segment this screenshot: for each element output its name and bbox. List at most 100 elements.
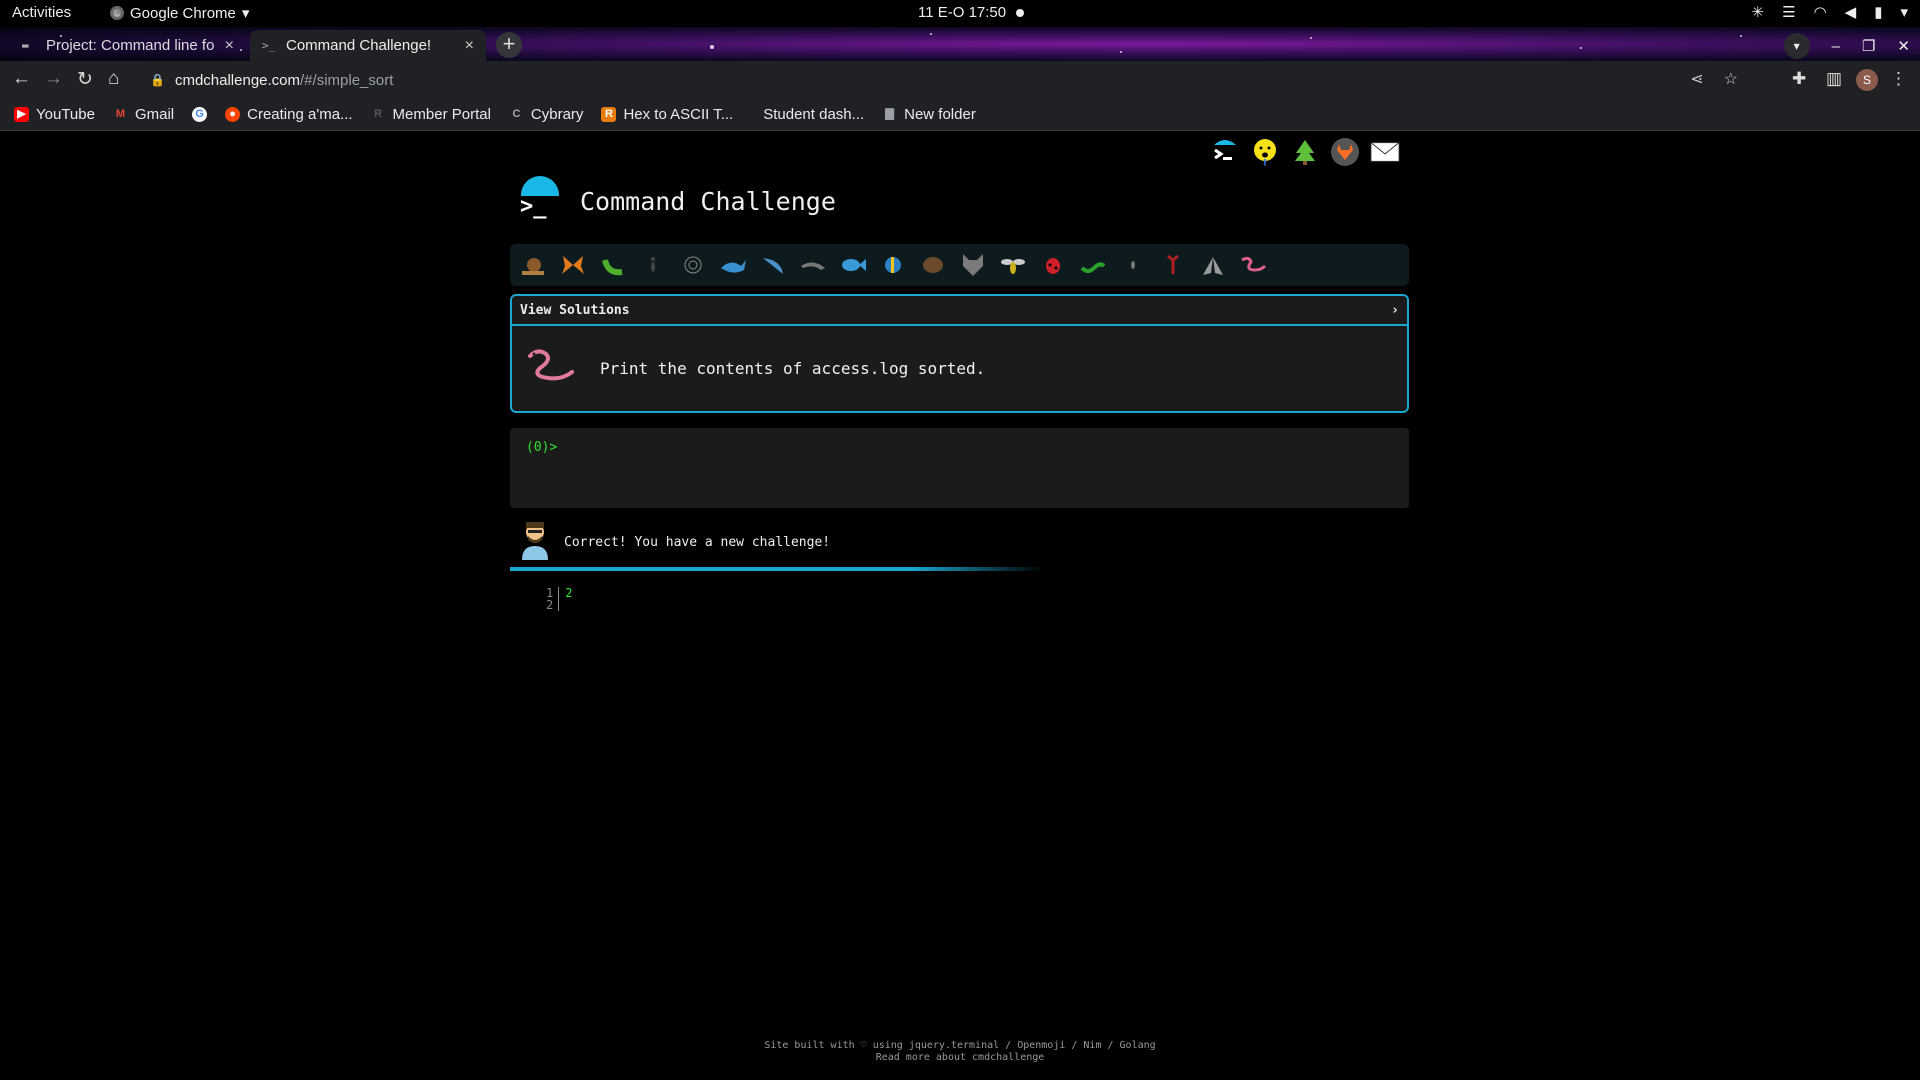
input-method-icon[interactable]: ☰	[1782, 3, 1795, 21]
window-controls: ▾ – ❐ ✕	[1783, 33, 1910, 59]
tab-search-button[interactable]: ▾	[1783, 33, 1810, 59]
terminal-icon: >_	[262, 38, 276, 52]
footer-credits[interactable]: Site built with ♡ using jquery.terminal …	[0, 1040, 1920, 1052]
footer-about-link[interactable]: Read more about cmdchallenge	[0, 1052, 1920, 1064]
bookmark-label: Cybrary	[530, 106, 584, 123]
scorpion-icon[interactable]	[1158, 250, 1188, 280]
challenge-level-bar	[510, 244, 1409, 286]
bookmarks-bar: ▶ YouTube M Gmail G ● Creating a'ma... R…	[0, 99, 1920, 131]
browser-toolbar: ← → ↻ ⌂ 🔒 cmdchallenge.com/#/simple_sort…	[0, 61, 1920, 99]
ant-icon[interactable]	[638, 250, 668, 280]
bee-icon[interactable]	[998, 250, 1028, 280]
battery-icon[interactable]: ▮	[1874, 3, 1882, 21]
view-solutions-toggle[interactable]: View Solutions ›	[512, 296, 1407, 326]
ladybug-icon[interactable]	[1038, 250, 1068, 280]
bookmark-label: Student dash...	[763, 106, 865, 123]
system-tray[interactable]: ✳ ☰ ◠ ◀ ▮ ▾	[1752, 3, 1908, 21]
terminal-logo-icon[interactable]	[1210, 137, 1240, 167]
feedback-text: Correct! You have a new challenge!	[564, 535, 831, 550]
site-header: >_ Command Challenge	[518, 176, 836, 222]
reload-icon[interactable]: ↻	[77, 68, 93, 91]
spider-web-icon[interactable]	[678, 250, 708, 280]
tab-title: Project: Command line fo	[46, 37, 215, 54]
output-lines: 2	[559, 587, 572, 611]
new-tab-button[interactable]: +	[496, 32, 522, 58]
beaver-icon[interactable]	[918, 250, 948, 280]
worm-icon[interactable]	[1078, 250, 1108, 280]
worm-pink-icon[interactable]	[1238, 250, 1268, 280]
chevron-down-icon[interactable]: ▾	[1900, 3, 1908, 21]
close-window-icon[interactable]: ✕	[1897, 37, 1910, 55]
bookmark-gmail[interactable]: M Gmail	[113, 106, 174, 123]
fish-icon[interactable]	[838, 250, 868, 280]
url-path: /#/simple_sort	[300, 71, 394, 89]
close-icon[interactable]: ×	[465, 37, 474, 55]
dolphin-icon[interactable]	[798, 250, 828, 280]
fly-icon[interactable]	[1198, 250, 1228, 280]
extensions-icon[interactable]: ✚	[1792, 69, 1806, 89]
wifi-icon[interactable]: ◠	[1814, 3, 1827, 21]
close-icon[interactable]: ×	[225, 37, 234, 55]
tropical-fish-icon[interactable]	[878, 250, 908, 280]
lock-icon[interactable]: 🔒	[150, 73, 165, 87]
bookmark-label: New folder	[904, 106, 976, 123]
bookmark-reddit[interactable]: ● Creating a'ma...	[225, 106, 353, 123]
folder-icon: ▇	[885, 108, 894, 120]
share-icon[interactable]: ⋖	[1690, 69, 1703, 89]
mosquito-icon[interactable]	[1118, 250, 1148, 280]
url-host: cmdchallenge.com	[174, 71, 301, 89]
forward-icon[interactable]: →	[44, 68, 63, 90]
terminal-logo-icon[interactable]: >_	[518, 176, 560, 222]
worm-pink-icon	[526, 346, 580, 391]
system-top-bar: Activities Google Chrome ▾ 11 E-O 17:50 …	[0, 0, 1920, 27]
bookmark-hex-to-ascii[interactable]: R Hex to ASCII T...	[601, 106, 733, 123]
bookmark-label: Member Portal	[392, 106, 491, 123]
gmail-icon: M	[115, 108, 126, 120]
terminal-input[interactable]: (0)>	[510, 428, 1409, 508]
shark-icon[interactable]	[758, 250, 788, 280]
menu-kebab-icon[interactable]: ⋮	[1890, 69, 1907, 89]
address-bar[interactable]: 🔒 cmdchallenge.com/#/simple_sort ⋖ ☆	[140, 65, 1750, 95]
gitlab-icon[interactable]	[1330, 137, 1360, 167]
app-menu[interactable]: Google Chrome ▾	[110, 4, 249, 22]
tab-command-challenge[interactable]: >_ Command Challenge! ×	[250, 30, 486, 61]
bookmark-new-folder[interactable]: ▇ New folder	[882, 106, 976, 123]
youtube-icon: ▶	[14, 107, 29, 122]
side-panel-icon[interactable]: ▥	[1826, 69, 1842, 89]
chevron-down-icon: ▾	[241, 5, 250, 22]
view-solutions-label: View Solutions	[520, 302, 630, 318]
sponsor-face-icon[interactable]	[1250, 137, 1280, 167]
back-icon[interactable]: ←	[12, 68, 31, 90]
slack-icon[interactable]: ✳	[1752, 3, 1765, 21]
line-numbers: 1 2	[546, 587, 560, 611]
volume-icon[interactable]: ◀	[1845, 3, 1857, 21]
home-icon[interactable]: ⌂	[108, 68, 119, 90]
command-output: 1 2 2	[546, 587, 572, 611]
bookmark-student-dashboard[interactable]: Student dash...	[763, 106, 864, 123]
butterfly-icon[interactable]	[558, 250, 588, 280]
bookmark-label: Gmail	[134, 106, 175, 123]
restore-icon[interactable]: ❐	[1862, 37, 1875, 55]
minimize-icon[interactable]: –	[1832, 38, 1840, 55]
bookmark-star-icon[interactable]: ☆	[1724, 69, 1738, 89]
bookmark-google[interactable]: G	[192, 107, 208, 122]
portal-icon: R	[374, 108, 383, 120]
google-icon: G	[192, 107, 208, 122]
bookmark-cybrary[interactable]: C Cybrary	[509, 106, 584, 123]
caterpillar-icon[interactable]	[598, 250, 628, 280]
activities-button[interactable]: Activities	[12, 4, 71, 21]
bookmark-member-portal[interactable]: R Member Portal	[371, 106, 491, 123]
email-icon[interactable]	[1370, 137, 1400, 167]
profile-avatar[interactable]: S	[1856, 69, 1878, 91]
whale-icon[interactable]	[718, 250, 748, 280]
terminal-prompt: (0)>	[526, 440, 558, 455]
man-avatar-icon	[520, 520, 550, 565]
bookmark-youtube[interactable]: ▶ YouTube	[14, 106, 95, 123]
chevron-right-icon: ›	[1391, 302, 1399, 318]
clock[interactable]: 11 E-O 17:50	[918, 4, 1006, 21]
tab-project-command-line[interactable]: ▬ Project: Command line fo ×	[10, 30, 246, 61]
snail-icon[interactable]	[518, 250, 548, 280]
tree-icon[interactable]	[1290, 137, 1320, 167]
wolf-icon[interactable]	[958, 250, 988, 280]
tab-title: Command Challenge!	[286, 37, 432, 54]
